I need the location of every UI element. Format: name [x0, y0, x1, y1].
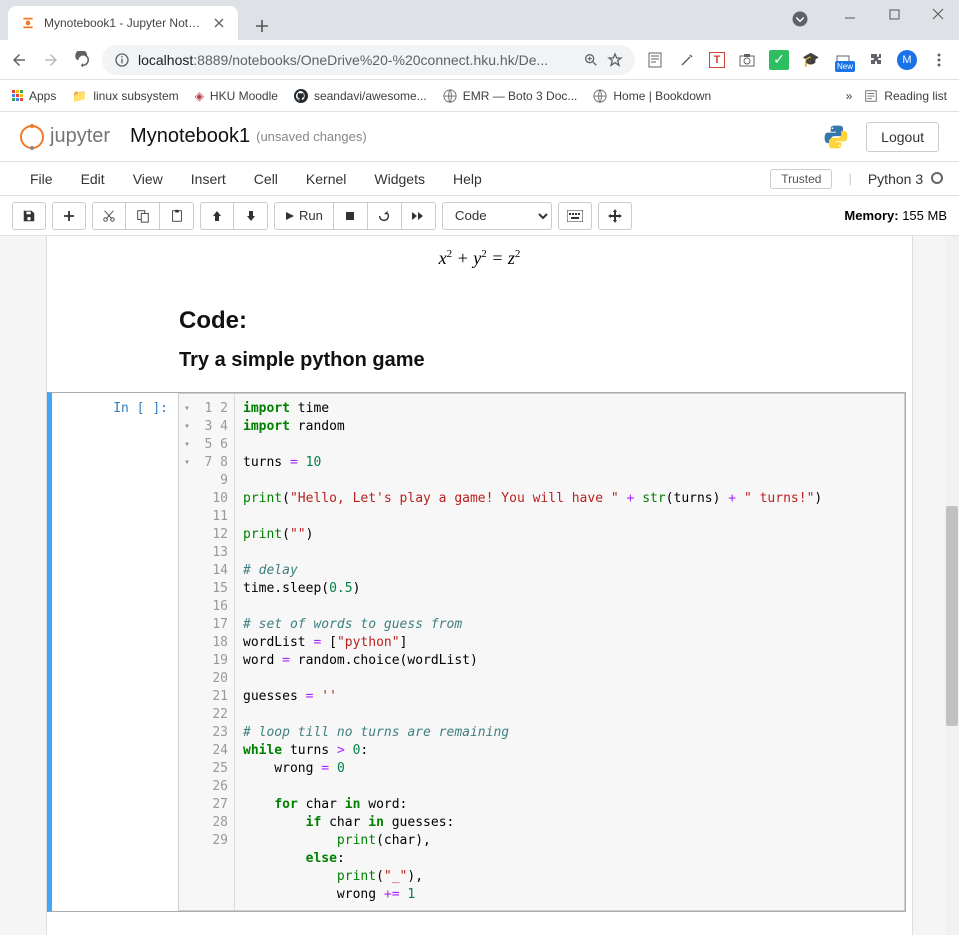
bookmark-bookdown[interactable]: Home | Bookdown: [593, 89, 711, 103]
menu-view[interactable]: View: [119, 165, 177, 193]
bookmark-emr[interactable]: EMR — Boto 3 Doc...: [443, 89, 578, 103]
math-formula: x2 + y2 = z2: [47, 240, 912, 277]
save-button[interactable]: [12, 202, 46, 230]
address-bar: localhost:8889/notebooks/OneDrive%20-%20…: [0, 40, 959, 80]
profile-chevron-icon[interactable]: [791, 10, 809, 28]
new-tab-button[interactable]: [248, 12, 276, 40]
cut-button[interactable]: [92, 202, 126, 230]
forward-icon: [42, 51, 60, 69]
jupyter-menu-bar: File Edit View Insert Cell Kernel Widget…: [0, 162, 959, 196]
url-text: localhost:8889/notebooks/OneDrive%20-%20…: [138, 52, 575, 68]
line-gutter: 1 2 3 4 5 6 7 8 9 10 11 12 13 14 15 16 1…: [195, 394, 235, 910]
extension-icons: T ✓ 🎓 New M: [645, 50, 949, 70]
back-icon[interactable]: [10, 51, 28, 69]
url-box[interactable]: localhost:8889/notebooks/OneDrive%20-%20…: [102, 45, 635, 75]
menu-help[interactable]: Help: [439, 165, 496, 193]
close-window-icon[interactable]: [923, 4, 953, 24]
move-down-button[interactable]: [234, 202, 268, 230]
menu-file[interactable]: File: [16, 165, 67, 193]
logout-button[interactable]: Logout: [866, 122, 939, 152]
apps-button[interactable]: Apps: [12, 89, 56, 103]
menu-edit[interactable]: Edit: [67, 165, 119, 193]
ext-trello-icon[interactable]: T: [709, 52, 725, 68]
ext-reader-icon[interactable]: [645, 50, 665, 70]
bookmark-seandavi[interactable]: seandavi/awesome...: [294, 89, 427, 103]
scrollbar-thumb[interactable]: [946, 506, 958, 726]
jupyter-favicon-icon: [20, 15, 36, 31]
save-status: (unsaved changes): [256, 129, 367, 144]
cell-input-area[interactable]: ▾ ▾ ▾ ▾ 1 2 3 4 5 6 7 8 9 10 11 12 13 14…: [178, 393, 905, 911]
ext-evernote-icon[interactable]: ✓: [769, 50, 789, 70]
folder-icon: 📁: [72, 89, 87, 103]
zoom-icon[interactable]: [583, 52, 599, 68]
avatar[interactable]: M: [897, 50, 917, 70]
jupyter-toolbar: Run Code Memory: 155 MB: [0, 196, 959, 236]
trusted-indicator[interactable]: Trusted: [770, 169, 832, 189]
jupyter-logo[interactable]: jupyter: [20, 125, 110, 149]
menu-insert[interactable]: Insert: [177, 165, 240, 193]
globe-icon: [593, 89, 607, 103]
menu-widgets[interactable]: Widgets: [360, 165, 439, 193]
move-cell-button[interactable]: [598, 202, 632, 230]
cell-type-select[interactable]: Code: [442, 202, 552, 230]
restart-button[interactable]: [368, 202, 402, 230]
command-palette-button[interactable]: [558, 202, 592, 230]
restart-run-all-button[interactable]: [402, 202, 436, 230]
window-controls: [835, 4, 953, 24]
ext-camera-icon[interactable]: [737, 50, 757, 70]
apps-icon: [12, 90, 23, 101]
code-editor[interactable]: import time import random turns = 10 pri…: [235, 394, 904, 910]
notebook-area[interactable]: x2 + y2 = z2 Code: Try a simple python g…: [0, 236, 959, 935]
code-cell[interactable]: In [ ]: ▾ ▾ ▾ ▾ 1 2 3 4 5 6 7 8 9 10 11 …: [47, 392, 906, 912]
tab-close-icon[interactable]: [212, 16, 226, 30]
markdown-heading-code: Code:: [179, 307, 912, 335]
tab-title: Mynotebook1 - Jupyter Noteboo: [44, 16, 204, 30]
minimize-icon[interactable]: [835, 4, 865, 24]
run-button[interactable]: Run: [274, 202, 334, 230]
python-logo-icon[interactable]: [822, 123, 850, 151]
markdown-heading-game: Try a simple python game: [179, 349, 912, 372]
ext-wand-icon[interactable]: [677, 50, 697, 70]
interrupt-button[interactable]: [334, 202, 368, 230]
github-icon: [294, 89, 308, 103]
menu-kernel[interactable]: Kernel: [292, 165, 360, 193]
star-icon[interactable]: [607, 52, 623, 68]
reading-list-icon: [864, 89, 878, 103]
globe-icon: [443, 89, 457, 103]
scrollbar-track[interactable]: [945, 236, 959, 935]
kernel-idle-icon: [931, 172, 943, 184]
fold-gutter[interactable]: ▾ ▾ ▾ ▾: [179, 394, 195, 910]
shield-icon: ◈: [195, 89, 204, 103]
ext-scholar-icon[interactable]: 🎓: [801, 50, 821, 70]
bookmark-linux[interactable]: 📁linux subsystem: [72, 89, 178, 103]
browser-menu-icon[interactable]: [929, 50, 949, 70]
bookmarks-bar: Apps 📁linux subsystem ◈HKU Moodle seanda…: [0, 80, 959, 112]
menu-cell[interactable]: Cell: [240, 165, 292, 193]
add-cell-button[interactable]: [52, 202, 86, 230]
ext-puzzle-icon[interactable]: [865, 50, 885, 70]
ext-new-icon[interactable]: New: [833, 50, 853, 70]
bookmark-hku[interactable]: ◈HKU Moodle: [195, 89, 278, 103]
move-up-button[interactable]: [200, 202, 234, 230]
browser-tab-active[interactable]: Mynotebook1 - Jupyter Noteboo: [8, 6, 238, 40]
reload-icon[interactable]: [74, 51, 92, 69]
browser-tab-strip: Mynotebook1 - Jupyter Noteboo: [0, 0, 959, 40]
kernel-name[interactable]: Python 3: [868, 171, 943, 187]
site-info-icon[interactable]: [114, 52, 130, 68]
notebook-name[interactable]: Mynotebook1: [130, 125, 250, 148]
cell-prompt: In [ ]:: [52, 393, 178, 911]
notebook-page: x2 + y2 = z2 Code: Try a simple python g…: [46, 236, 913, 935]
paste-button[interactable]: [160, 202, 194, 230]
jupyter-logo-icon: [20, 125, 44, 149]
maximize-icon[interactable]: [879, 4, 909, 24]
bookmark-overflow[interactable]: »: [846, 89, 853, 103]
separator: |: [848, 171, 851, 186]
copy-button[interactable]: [126, 202, 160, 230]
reading-list-button[interactable]: Reading list: [864, 89, 947, 103]
jupyter-header: jupyter Mynotebook1 (unsaved changes) Lo…: [0, 112, 959, 162]
memory-indicator: Memory: 155 MB: [844, 208, 947, 223]
